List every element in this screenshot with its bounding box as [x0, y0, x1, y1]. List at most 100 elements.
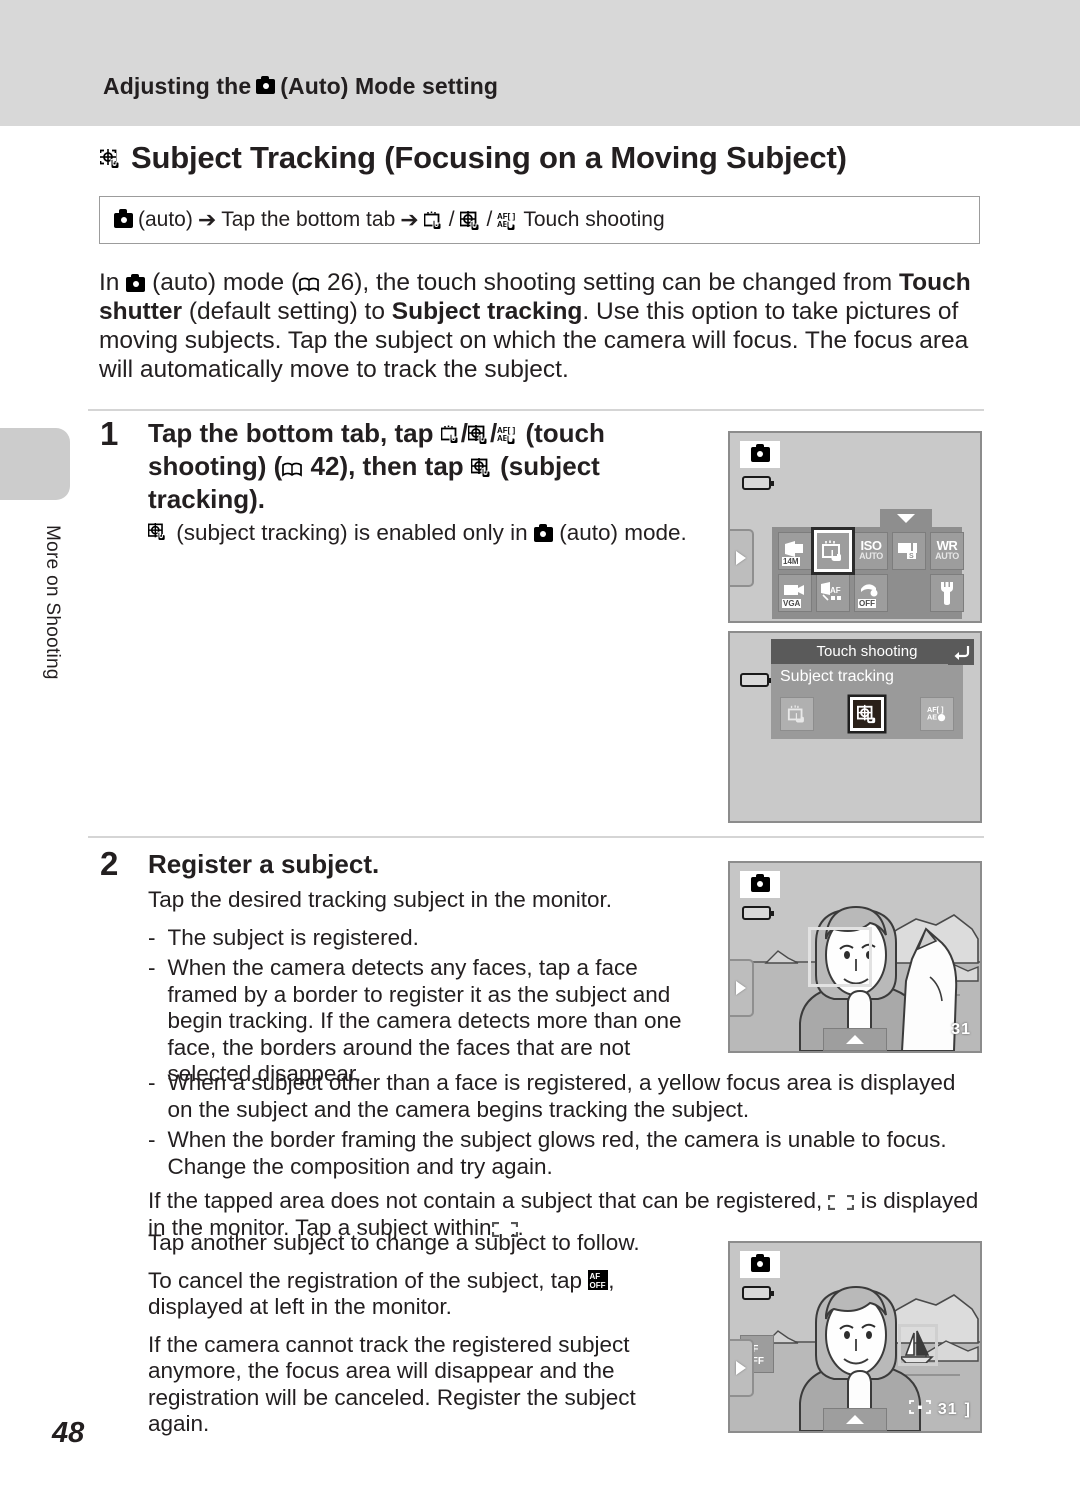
running-head: Adjusting the (Auto) Mode setting — [103, 73, 498, 100]
back-arrow-icon[interactable] — [948, 639, 974, 665]
menu-item-blink-label: OFF — [858, 599, 876, 608]
battery-icon — [742, 906, 774, 920]
para-cancel-registration: To cancel the registration of the subjec… — [148, 1268, 693, 1321]
bracket-close: ] — [964, 1400, 971, 1418]
menu-item-movie-label: VGA — [782, 599, 802, 608]
bullet-dash: - — [148, 924, 156, 950]
menu-item-wb-sub: AUTO — [935, 551, 959, 561]
register-subject-preview: 31 — [728, 861, 982, 1053]
face-detection-frame — [808, 927, 872, 987]
menu-collapse-handle[interactable] — [880, 509, 932, 528]
step-2-bullet: - The subject is registered. — [148, 925, 696, 952]
dialog-option-touch-shutter[interactable] — [780, 697, 814, 731]
chevron-right-icon — [736, 981, 746, 995]
camera-auto-icon — [750, 443, 770, 462]
camera-auto-icon — [126, 273, 146, 292]
path-separator: / — [489, 418, 498, 448]
menu-item-movie-options[interactable]: VGA — [778, 574, 812, 612]
divider-step-2 — [88, 836, 984, 838]
menu-item-image-size-label: 14M — [782, 557, 800, 566]
para-track-lost: If the camera cannot track the registere… — [148, 1331, 636, 1437]
setup-wrench-icon — [941, 582, 953, 605]
step-1-heading: Tap the bottom tab, tap / / AF[ ] AE (to… — [148, 417, 668, 516]
side-tab-button[interactable] — [730, 529, 754, 587]
step-2-trailing: Tap another subject to change a subject … — [148, 1230, 693, 1449]
intro-line1c: ), the touch shooting setting can be cha… — [354, 269, 893, 296]
side-tab-button[interactable] — [730, 959, 754, 1017]
menu-item-blink-warning[interactable]: OFF — [854, 574, 888, 612]
intro-paragraph: In (auto) mode ( 26), the touch shooting… — [99, 268, 983, 384]
path-separator: / — [448, 208, 455, 231]
battery-icon — [742, 476, 774, 490]
bottom-tab-button[interactable] — [823, 1028, 887, 1051]
step-2-bullet: - When the camera detects any faces, tap… — [148, 955, 696, 1088]
step-1-note-b: (auto) mode. — [559, 520, 687, 545]
menu-item-setup[interactable] — [930, 574, 964, 612]
bullet-text: When the border framing the subject glow… — [167, 1127, 947, 1179]
shooting-menu-screen: 14M ISO AUTO S WR AUTO VGA AF OFF — [728, 431, 982, 623]
step-2-body: Tap the desired tracking subject in the … — [148, 887, 696, 1088]
menu-screen-canvas: 14M ISO AUTO S WR AUTO VGA AF OFF — [730, 433, 980, 621]
running-head-suffix: (Auto) Mode setting — [280, 73, 499, 99]
menu-grid: 14M ISO AUTO S WR AUTO VGA AF OFF — [778, 530, 964, 612]
chevron-right-icon — [736, 1361, 746, 1375]
intro-mid-1: (default setting) to — [188, 298, 385, 325]
subject-tracking-icon — [148, 523, 170, 542]
camera-auto-icon — [750, 1253, 770, 1272]
touch-shooting-icon — [822, 540, 841, 561]
svg-text:OFF: OFF — [590, 1281, 606, 1290]
camera-auto-icon — [256, 75, 276, 94]
menu-item-continuous[interactable]: S — [892, 532, 926, 570]
menu-item-white-balance[interactable]: WR AUTO — [930, 532, 964, 570]
menu-item-af-mode[interactable]: AF — [816, 574, 850, 612]
divider-step-1 — [88, 409, 984, 411]
step-2-heading: Register a subject. — [148, 849, 380, 879]
frames-remaining: 31 — [951, 1021, 971, 1038]
bullet-dash: - — [148, 955, 156, 980]
chevron-down-icon — [897, 514, 915, 523]
menu-item-iso[interactable]: ISO AUTO — [854, 532, 888, 570]
side-tab-button[interactable] — [730, 1339, 754, 1397]
step-2-number: 2 — [100, 845, 119, 882]
step-1-head-ref: 42 — [310, 451, 340, 481]
white-balance-icon: WR AUTO — [935, 539, 959, 561]
header-band — [0, 0, 1080, 126]
menu-item-iso-sub: AUTO — [859, 551, 883, 561]
camera-auto-icon — [114, 209, 133, 228]
intro-page-ref: 26 — [326, 269, 355, 296]
menu-item-touch-shooting[interactable] — [814, 530, 852, 572]
intro-line1a: In — [99, 269, 120, 296]
reference-book-icon — [299, 277, 320, 292]
chevron-up-icon — [846, 1415, 864, 1424]
touch-shooting-dialog-screen: Touch shooting Subject tracking AF[] AE — [728, 631, 982, 823]
touch-shutter-icon — [440, 425, 461, 444]
dialog-option-subject-tracking[interactable] — [850, 697, 884, 731]
svg-text:AF: AF — [590, 1272, 601, 1281]
reference-book-icon — [282, 462, 303, 477]
navigation-path-box: (auto) ➔ Tap the bottom tab ➔ / / AF[ ] … — [99, 196, 980, 244]
af-ae-lock-icon: AF[ ] AE — [497, 211, 518, 230]
mode-camera-badge — [740, 871, 780, 898]
dialog-option-af-ae-lock[interactable]: AF[ ] AE — [920, 697, 954, 731]
subject-tracking-icon — [857, 704, 876, 724]
bottom-tab-button[interactable] — [823, 1408, 887, 1431]
bullet-text: When a subject other than a face is regi… — [167, 1070, 956, 1122]
dialog-screen-canvas: Touch shooting Subject tracking AF[] AE — [730, 633, 980, 821]
focus-bracket-icon — [908, 1400, 931, 1419]
battery-icon — [740, 673, 772, 687]
camera-auto-icon — [533, 523, 553, 542]
arrow-right-icon: ➔ — [400, 207, 419, 232]
chevron-up-icon — [846, 1035, 864, 1044]
menu-item-image-size[interactable]: 14M — [778, 532, 812, 570]
touch-shutter-icon — [423, 211, 444, 230]
page-number: 48 — [52, 1417, 85, 1449]
bracket-para-a: If the tapped area does not contain a su… — [148, 1188, 823, 1213]
menu-item-iso-label: ISO — [860, 538, 882, 553]
arrow-right-icon: ➔ — [197, 207, 217, 232]
intro-line1b: (auto) mode ( — [152, 269, 300, 296]
dialog-title: Touch shooting — [771, 639, 963, 664]
menu-panel: 14M ISO AUTO S WR AUTO VGA AF OFF — [772, 509, 964, 619]
af-mode-icon: AF — [821, 582, 841, 601]
battery-icon — [742, 1286, 774, 1300]
frames-remaining: 31 — [937, 1400, 958, 1418]
